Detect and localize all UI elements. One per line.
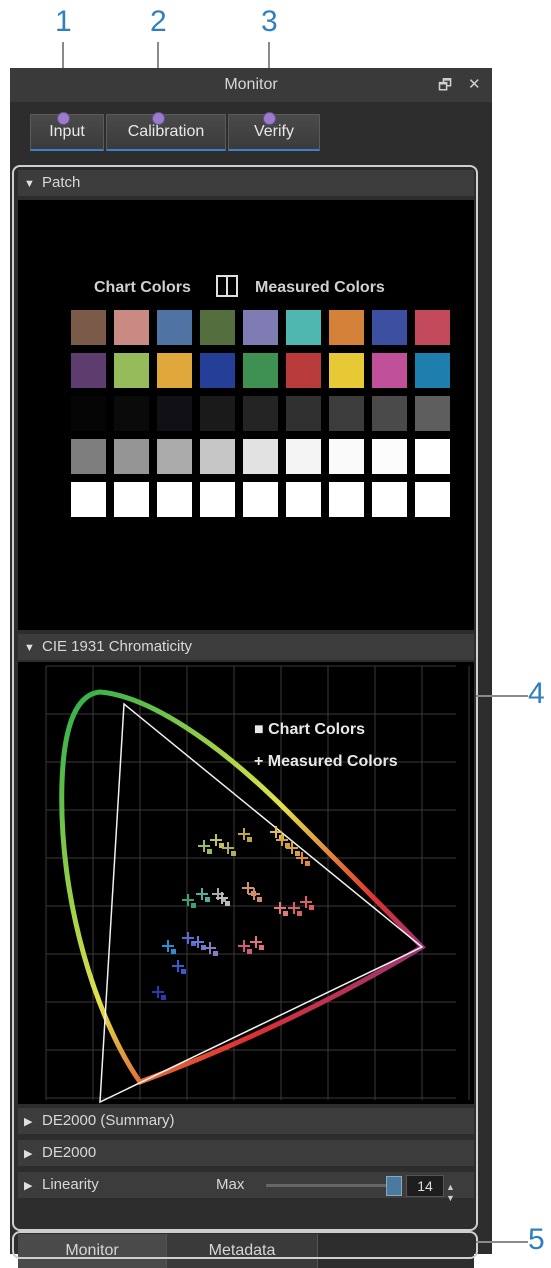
title-bar: Monitor 🗗 ✕ [10, 68, 492, 102]
callout-marker-1 [57, 112, 70, 125]
callout-2: 2 [150, 5, 167, 38]
callout-marker-2 [152, 112, 165, 125]
close-icon[interactable]: ✕ [468, 75, 481, 93]
callout-box-4 [12, 165, 478, 1231]
restore-icon[interactable]: 🗗 [438, 75, 452, 100]
callout-5: 5 [528, 1223, 545, 1256]
callout-line-4 [476, 695, 528, 697]
tab-calibration[interactable]: Calibration [106, 114, 226, 151]
callout-line-5 [476, 1241, 528, 1243]
callout-3: 3 [261, 5, 278, 38]
callout-box-5 [12, 1231, 478, 1259]
callout-4: 4 [528, 677, 545, 710]
callout-1: 1 [55, 5, 72, 38]
callout-marker-3 [263, 112, 276, 125]
window-title: Monitor [224, 76, 278, 93]
